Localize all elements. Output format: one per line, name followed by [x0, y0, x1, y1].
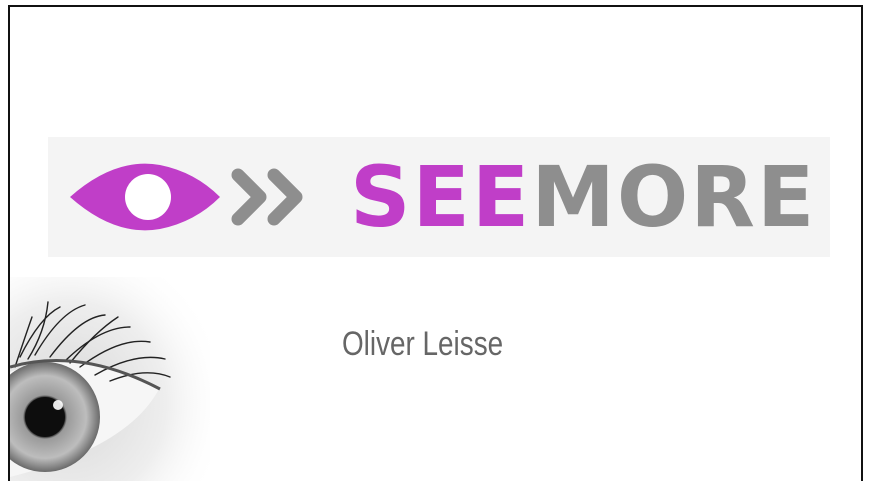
title-slide: SEE MORE Oliver Leisse	[8, 5, 863, 481]
presenter-name: Oliver Leisse	[342, 325, 504, 363]
eye-icon	[70, 163, 220, 231]
double-chevron-right-icon	[231, 168, 303, 226]
seemore-wordmark: SEE MORE	[350, 147, 816, 247]
wordmark-see: SEE	[350, 148, 532, 246]
seemore-logo-mark	[70, 163, 303, 231]
wordmark-more: MORE	[531, 148, 817, 246]
eye-closeup-photo	[10, 277, 210, 481]
